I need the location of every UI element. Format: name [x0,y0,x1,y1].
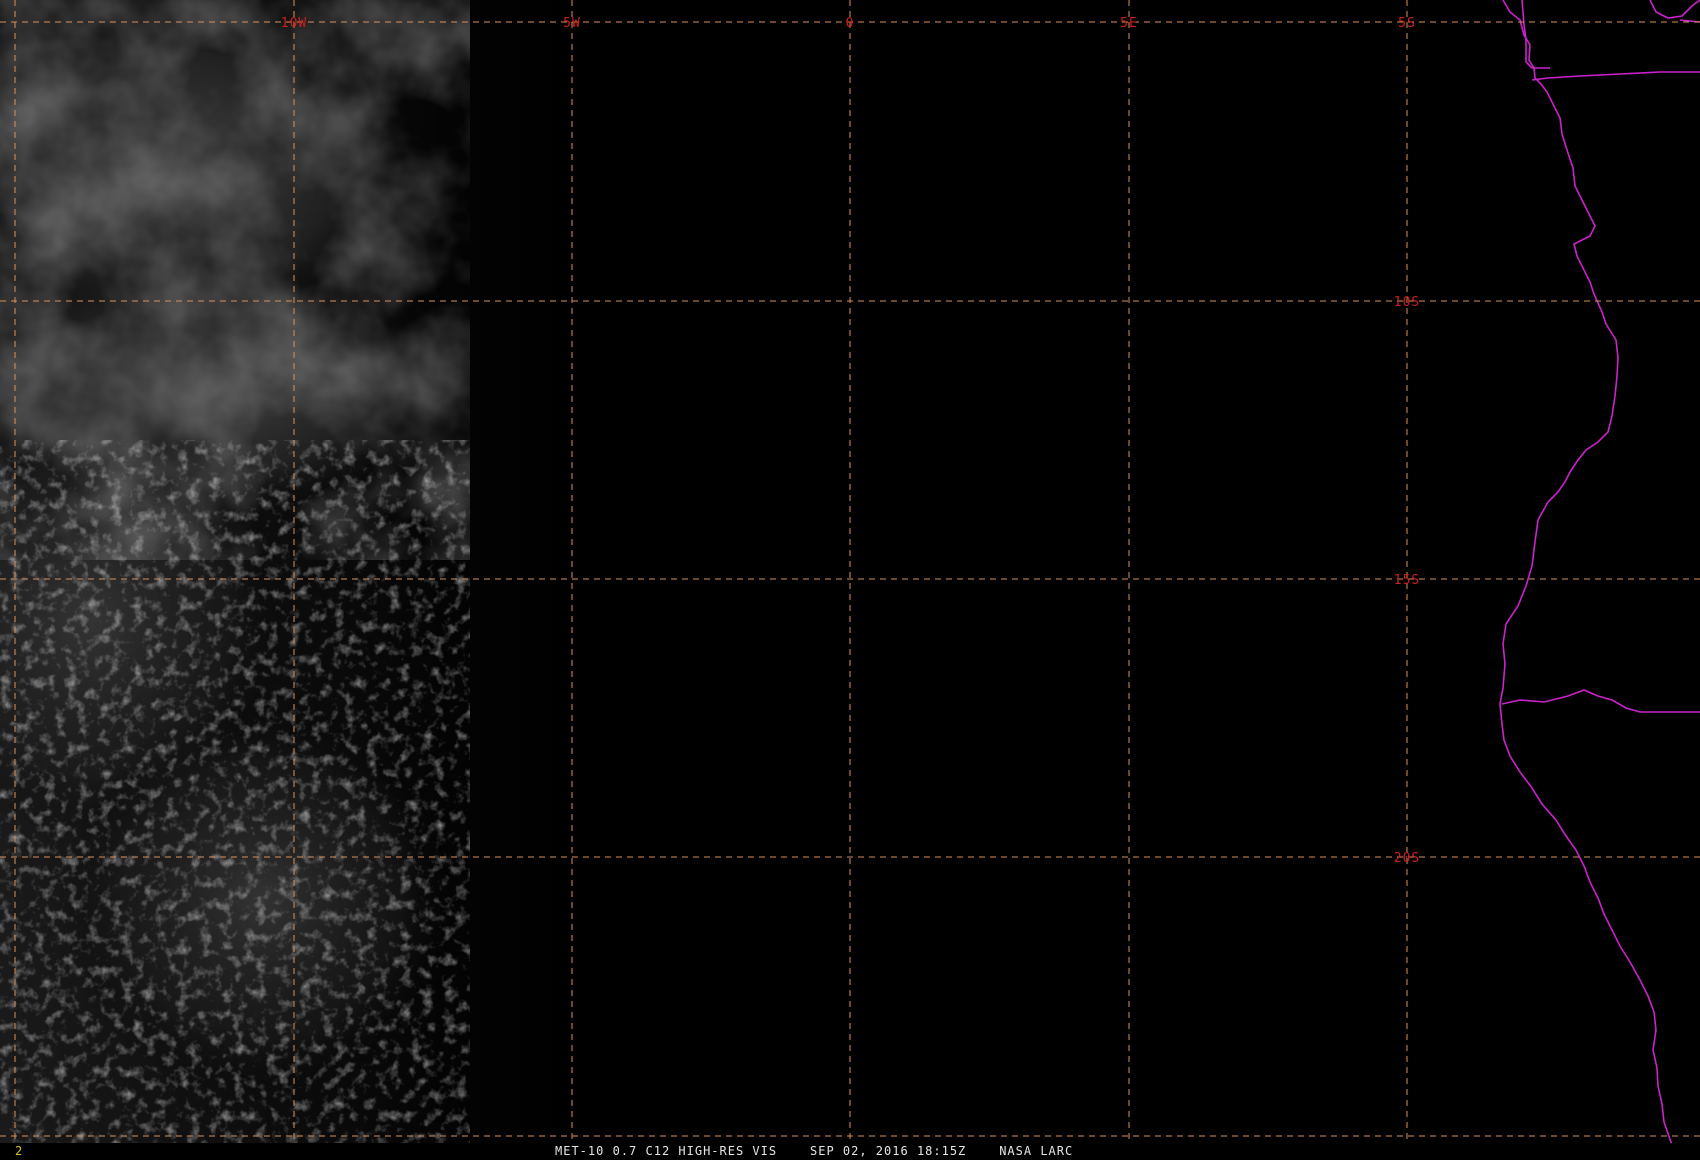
caption-source: NASA LARC [999,1144,1074,1158]
lat-label-15s: 15S [1394,573,1420,588]
lon-label-10w: 10W [281,16,307,31]
caption-satellite: MET-10 [555,1144,605,1158]
namibia-north-border [1501,689,1700,713]
frame-number: 2 [15,1144,23,1158]
lat-label-20s: 20S [1394,851,1420,866]
caption-date: SEP 02, 2016 [810,1144,909,1158]
lon-label-0: 0 [846,16,855,31]
lat-label-10s: 10S [1394,295,1420,310]
angola-north-border [1531,71,1700,81]
lon-label-5w: 5W [563,16,581,31]
africa-coastline [1499,0,1673,1146]
satellite-image-viewer: 10W 5W 0 5E 5S 10S 15S 20S 2 MET-10 0.7 … [0,0,1700,1160]
lon-label-5e: 5E [1120,16,1138,31]
coastline-overlay [1499,0,1700,1146]
image-caption: MET-10 0.7 C12 HIGH-RES VIS SEP 02, 2016… [555,1143,1073,1159]
caption-time: 18:15Z [916,1144,967,1158]
lat-label-5s: 5S [1398,16,1416,31]
caption-channel: 0.7 C12 HIGH-RES VIS [612,1144,778,1158]
zambia-border [1649,0,1700,19]
satellite-map: 10W 5W 0 5E 5S 10S 15S 20S [0,0,1700,1146]
caption-bar: 2 MET-10 0.7 C12 HIGH-RES VIS SEP 02, 20… [0,1143,1700,1160]
satellite-imagery [0,0,620,1145]
congo-border [1521,0,1550,69]
